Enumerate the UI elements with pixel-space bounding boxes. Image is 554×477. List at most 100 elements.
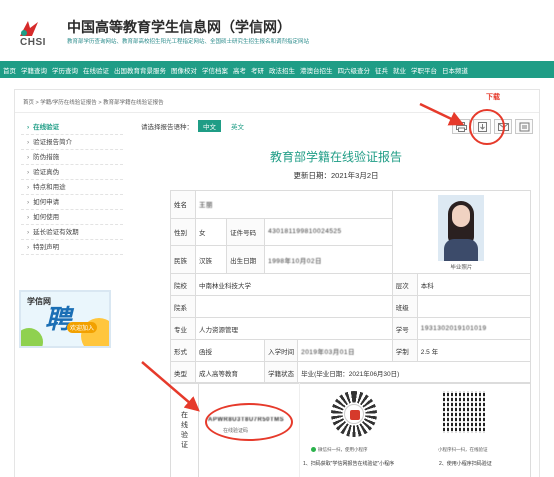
instruction-step-2: 2、使用小程序扫码验证 [439,461,492,467]
nav-item[interactable]: 日本频道 [442,65,468,75]
nav-item[interactable]: 图像校对 [171,65,197,75]
table-row: 姓名 王丽 毕业照片 [170,190,532,274]
sidebar-item-label: 特别声明 [33,244,60,251]
code-annotation-circle [205,403,293,441]
field-label: 性别 [170,217,196,247]
field-label: 出生日期 [226,245,266,274]
name-value: 王丽 [195,190,393,219]
sidebar-item[interactable]: › 延长验证有效期 [21,225,123,240]
nav-item[interactable]: 学历查询 [52,65,78,75]
status-value: 毕业(毕业日期：2021年06月30日) [297,361,531,384]
field-label: 院校 [170,273,196,296]
download-annotation-circle [469,109,505,145]
level-value: 本科 [416,273,532,296]
verify-label: 在线验证 [171,383,199,477]
duration-value: 2.5 年 [416,339,532,362]
lang-chinese-button[interactable]: 中文 [198,120,221,132]
photo-label: 毕业照片 [450,265,473,271]
nav-item[interactable]: 出国教育背景服务 [114,65,166,75]
miniprogram-logo-icon [344,404,364,424]
field-label: 学籍状态 [264,361,299,384]
verify-qr-code[interactable] [443,391,485,433]
field-label: 姓名 [170,190,196,219]
chevron-right-icon: › [27,154,30,161]
chevron-right-icon: › [27,139,30,146]
photo-cell: 毕业照片 [391,190,532,274]
field-label: 院系 [170,295,196,318]
dept-value [195,295,393,318]
field-label: 形式 [170,339,196,362]
breadcrumb[interactable]: 首页 > 学籍/学历在线验证报告 > 教育部学籍在线验证报告 [23,98,164,106]
update-date: 更新日期：2021年3月2日 [293,171,379,180]
chevron-right-icon: › [27,184,30,191]
printer-icon [455,121,467,132]
chevron-right-icon: › [27,229,30,236]
nav-item[interactable]: 政法招生 [269,65,295,75]
print-button[interactable] [452,119,470,134]
instruction-step-1: 1、扫码获取“学信网报告在线验证”小程序 [303,461,395,467]
table-row: 形式 函授 入学时间 2019年03月01日 学制 2.5 年 [170,339,532,362]
sidebar-item-label: 验证报告简介 [33,139,73,146]
sidebar-item[interactable]: › 特别声明 [21,240,123,255]
share-button[interactable] [515,119,533,134]
ethnic-value: 汉族 [194,245,228,274]
student-photo [438,195,485,261]
report-table: 姓名 王丽 毕业照片 性别 女 证件号码 430181199810024525 … [170,190,532,384]
nav-item[interactable]: 征兵 [375,65,388,75]
content-panel: 首页 > 学籍/学历在线验证报告 > 教育部学籍在线验证报告 › 在线验证 › 验证报… [14,89,540,477]
nav-item[interactable]: 高考 [233,65,246,75]
divider [15,112,539,113]
qr-caption: 微信扫一扫，使用小程序 [311,447,368,453]
download-annotation-label: 下载 [486,94,500,101]
birth-value: 1998年10月02日 [264,245,393,274]
nav-item[interactable]: 首页 [3,65,16,75]
sidebar-item[interactable]: › 如何申请 [21,195,123,210]
banner-tag: 欢迎加入 [67,322,98,333]
student-id-value: 1931302019101019 [416,317,532,340]
chevron-right-icon: › [27,214,30,221]
sidebar-item-label: 验证真伪 [33,169,60,176]
nav-item[interactable]: 就业 [393,65,406,75]
sidebar-item[interactable]: › 验证真伪 [21,165,123,180]
field-label: 层次 [391,273,418,296]
verification-section: 在线验证 APWR8U3T8U7R50TMS 在线验证码 微信扫一扫，使用小程序… [170,382,531,477]
chevron-right-icon: › [27,169,30,176]
sidebar-item[interactable]: › 验证报告简介 [21,135,123,150]
gender-value: 女 [194,217,228,247]
sidebar-item[interactable]: › 如何使用 [21,210,123,225]
table-row: 院系 班级 [170,295,532,318]
nav-item[interactable]: 港澳台招生 [300,65,333,75]
site-header: CHSI 中国高等教育学生信息网（学信网） 教育部学历查询网站、教育部高校招生阳… [0,0,554,60]
sidebar-item-label: 在线验证 [33,124,60,131]
nav-item[interactable]: 学信档案 [202,65,228,75]
field-label: 类型 [170,361,196,384]
chevron-right-icon: › [27,124,30,131]
sidebar-item[interactable]: › 防伪措施 [21,150,123,165]
sidebar-item[interactable]: › 特点和用途 [21,180,123,195]
field-label: 专业 [170,317,196,340]
class-value [416,295,532,318]
field-label: 民族 [170,245,196,274]
school-value: 中南林业科技大学 [195,273,393,296]
table-row: 专业 人力资源管理 学号 1931302019101019 [170,317,532,340]
sidebar-item[interactable]: › 在线验证 [21,120,123,135]
site-title[interactable]: 中国高等教育学生信息网（学信网） [67,17,291,37]
nav-item[interactable]: 四六级查分 [338,65,371,75]
nav-item[interactable]: 在线验证 [83,65,109,75]
recruitment-banner[interactable]: 学信网 聘 欢迎加入 [19,290,111,348]
sidebar: › 在线验证 › 验证报告简介 › 防伪措施 › 验证真伪 › 特点和用途 › 如何申请 › 如何使用 › 延… [21,120,123,255]
language-label: 请选择报告语种： [141,124,193,131]
lang-english-button[interactable]: 英文 [226,120,249,132]
wechat-icon [311,447,316,453]
field-label: 学号 [391,317,418,340]
field-label: 班级 [391,295,418,318]
entry-date-value: 2019年03月01日 [297,339,393,362]
share-icon [519,122,529,131]
nav-item[interactable]: 学职平台 [411,65,437,75]
nav-item[interactable]: 考研 [251,65,264,75]
nav-item[interactable]: 学籍查询 [21,65,47,75]
field-label: 证件号码 [226,217,266,247]
sidebar-item-label: 如何申请 [33,199,60,206]
banner-decoration [21,328,43,346]
divider [299,383,300,477]
